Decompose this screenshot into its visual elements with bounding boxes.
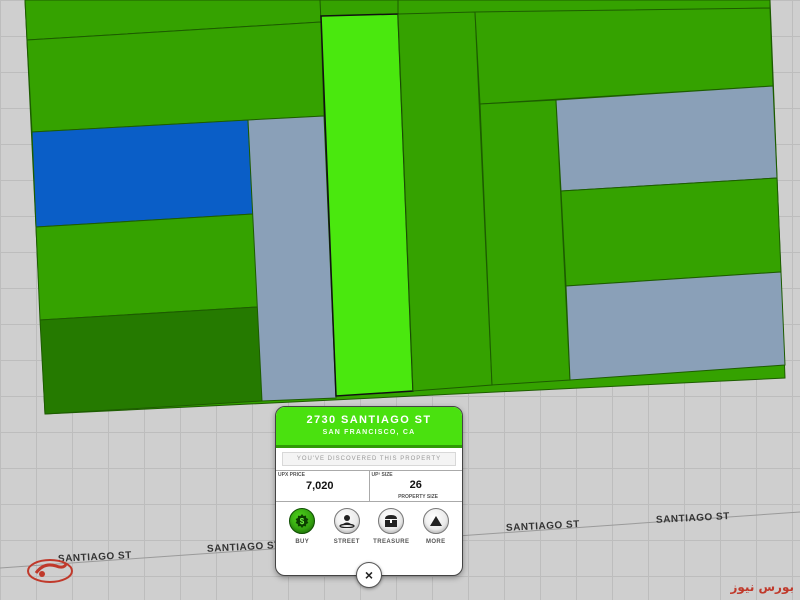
treasure-chest-icon xyxy=(378,508,405,534)
parcel[interactable] xyxy=(479,99,571,386)
svg-text:$: $ xyxy=(300,517,305,526)
street-button[interactable]: STREET xyxy=(327,508,367,545)
discovered-banner: YOU'VE DISCOVERED THIS PROPERTY xyxy=(282,452,456,466)
selected-parcel[interactable] xyxy=(320,13,414,397)
street-label: STREET xyxy=(333,539,360,545)
parcel-grey[interactable] xyxy=(247,115,337,402)
size-label: UP² SIZE xyxy=(371,472,393,478)
parcel[interactable] xyxy=(560,177,782,287)
size-box: UP² SIZE 26 PROPERTY SIZE xyxy=(368,471,463,501)
price-box: UPX PRICE 7,020 xyxy=(276,471,369,501)
treasure-label: TREASURE xyxy=(373,539,410,545)
treasure-button[interactable]: TREASURE xyxy=(371,508,411,545)
street-person-icon xyxy=(333,508,360,534)
size-caption: PROPERTY SIZE xyxy=(398,494,438,500)
close-icon: × xyxy=(364,567,374,583)
property-address: 2730 SANTIAGO ST xyxy=(306,414,432,426)
parcel-grey[interactable] xyxy=(565,271,786,381)
more-button[interactable]: MORE xyxy=(416,508,456,545)
parcel-blue[interactable] xyxy=(31,119,254,228)
more-label: MORE xyxy=(425,539,446,545)
parcel[interactable] xyxy=(35,213,259,321)
buy-button[interactable]: $ BUY xyxy=(282,508,322,545)
card-actions: $ BUY STREET TREASURE MORE xyxy=(276,502,462,545)
card-header: 2730 SANTIAGO ST SAN FRANCISCO, CA xyxy=(276,407,462,448)
dollar-icon: $ xyxy=(289,508,316,534)
size-value: 26 xyxy=(409,479,422,491)
triangle-up-icon xyxy=(422,508,449,534)
parcel-grey[interactable] xyxy=(555,85,778,192)
property-card: 2730 SANTIAGO ST SAN FRANCISCO, CA YOU'V… xyxy=(275,406,463,588)
price-value: 7,020 xyxy=(306,480,334,492)
watermark-text: بورس نیوز xyxy=(730,580,794,594)
price-label: UPX PRICE xyxy=(278,472,305,478)
property-city: SAN FRANCISCO, CA xyxy=(322,429,416,436)
property-stats: UPX PRICE 7,020 UP² SIZE 26 PROPERTY SIZ… xyxy=(276,470,462,502)
close-button[interactable]: × xyxy=(356,562,382,588)
buy-label: BUY xyxy=(295,539,310,545)
watermark-logo-icon xyxy=(27,559,73,583)
map-view[interactable]: SANTIAGO ST SANTIAGO ST SANTIAGO ST SANT… xyxy=(0,0,800,600)
parcel-dark[interactable] xyxy=(39,306,263,415)
parcel[interactable] xyxy=(26,21,325,133)
